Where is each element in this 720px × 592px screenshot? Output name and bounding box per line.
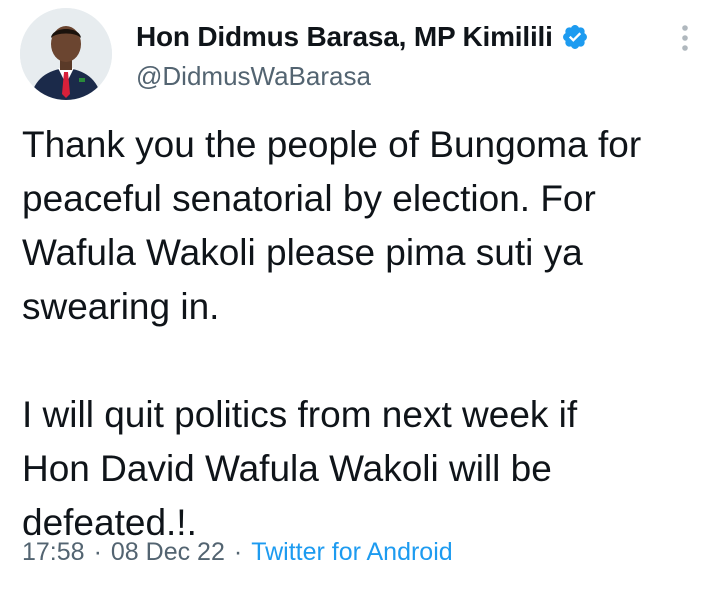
tweet-date[interactable]: 08 Dec 22 bbox=[111, 538, 225, 567]
tweet-paragraph-2: I will quit politics from next week if H… bbox=[22, 394, 578, 543]
tweet-text: Thank you the people of Bungoma for peac… bbox=[22, 118, 712, 550]
user-handle[interactable]: @DidmusWaBarasa bbox=[136, 61, 589, 92]
meta-separator: · bbox=[233, 538, 243, 566]
more-options-button[interactable] bbox=[672, 20, 698, 56]
more-options-icon bbox=[682, 25, 688, 51]
meta-separator: · bbox=[93, 538, 102, 566]
avatar-image bbox=[20, 8, 112, 100]
display-name[interactable]: Hon Didmus Barasa, MP Kimilili bbox=[136, 21, 553, 53]
verified-badge-icon bbox=[561, 23, 589, 51]
tweet-paragraph-1: Thank you the people of Bungoma for peac… bbox=[22, 124, 642, 327]
author-block: Hon Didmus Barasa, MP Kimilili @DidmusWa… bbox=[136, 17, 589, 92]
tweet-time[interactable]: 17:58 bbox=[22, 538, 85, 567]
name-row: Hon Didmus Barasa, MP Kimilili bbox=[136, 17, 589, 57]
tweet-source-link[interactable]: Twitter for Android bbox=[251, 538, 452, 567]
tweet-metadata: 17:58 · 08 Dec 22 · Twitter for Android bbox=[22, 538, 453, 567]
avatar[interactable] bbox=[20, 8, 112, 100]
